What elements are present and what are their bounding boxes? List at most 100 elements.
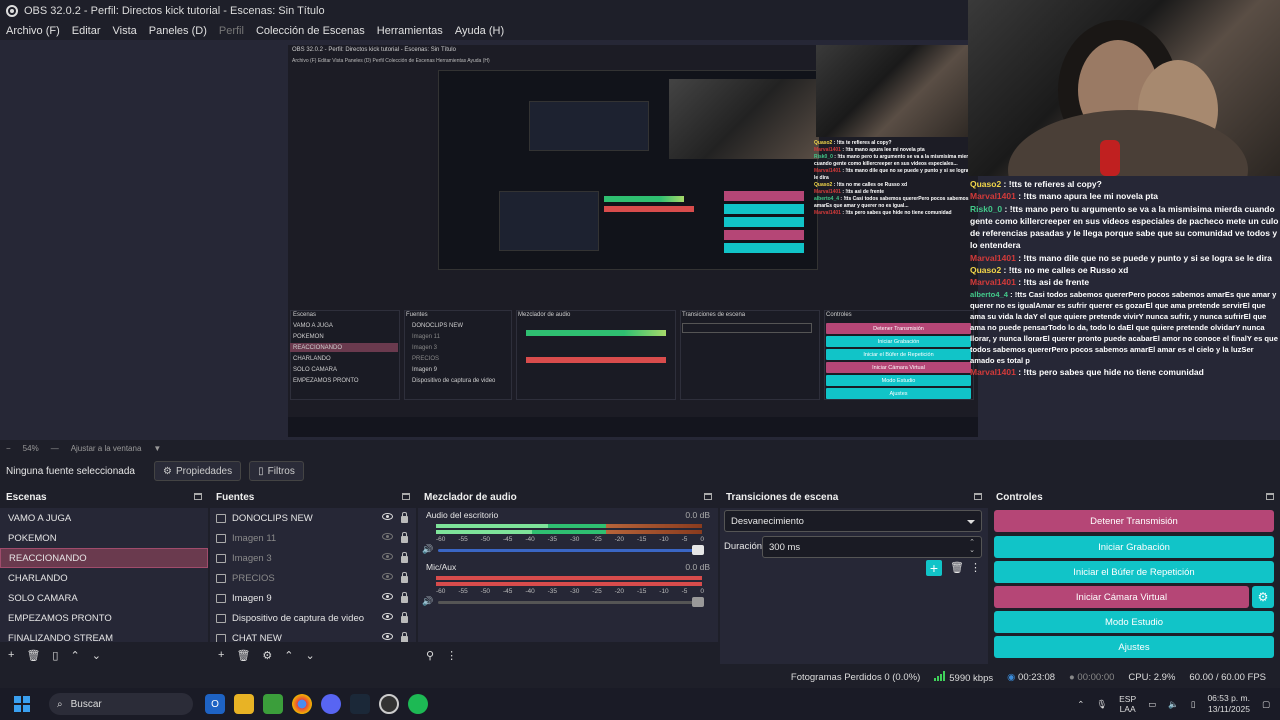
eye-icon[interactable] <box>382 633 393 640</box>
move-down-icon[interactable]: ⌄ <box>92 649 101 662</box>
source-item[interactable]: Dispositivo de captura de video <box>210 608 416 628</box>
scene-item[interactable]: VAMO A JUGA <box>0 508 208 528</box>
discord-icon[interactable] <box>321 694 341 714</box>
search-placeholder: Buscar <box>70 698 102 710</box>
filter-icon: ▯ <box>258 465 264 477</box>
clock[interactable]: 06:53 p. m. 13/11/2025 <box>1207 693 1250 715</box>
chevron-down-icon[interactable]: ▼ <box>153 444 161 453</box>
source-item[interactable]: Imagen 11 <box>210 528 416 548</box>
trash-icon[interactable]: 🗑 <box>950 561 964 574</box>
gear-icon[interactable]: ⚙ <box>262 649 272 662</box>
chrome-icon[interactable] <box>292 694 312 714</box>
menu-coleccion[interactable]: Colección de Escenas <box>256 25 365 37</box>
eye-icon[interactable] <box>382 593 393 600</box>
windows-start-icon[interactable] <box>12 694 32 714</box>
filter-icon[interactable]: ▯ <box>52 649 58 662</box>
volume-slider[interactable] <box>438 597 704 607</box>
menu-vista[interactable]: Vista <box>113 25 137 37</box>
lock-icon[interactable] <box>401 632 408 642</box>
speaker-icon[interactable]: 🔊 <box>422 596 433 606</box>
scene-item[interactable]: CHARLANDO <box>0 568 208 588</box>
minecraft-icon[interactable] <box>263 694 283 714</box>
properties-button[interactable]: ⚙ Propiedades <box>154 461 242 481</box>
move-down-icon[interactable]: ⌄ <box>306 649 315 662</box>
spotify-icon[interactable] <box>408 694 428 714</box>
source-item[interactable]: DONOCLIPS NEW <box>210 508 416 528</box>
eye-off-icon[interactable] <box>382 533 393 540</box>
add-scene-button[interactable]: + <box>8 649 14 661</box>
lock-icon[interactable] <box>401 572 408 583</box>
gear-icon[interactable]: ⚙ <box>1252 586 1274 608</box>
more-menu-icon[interactable]: ⋮ <box>446 649 457 662</box>
source-item[interactable]: Imagen 9 <box>210 588 416 608</box>
folder-icon[interactable] <box>234 694 254 714</box>
fit-window-button[interactable]: Ajustar a la ventana <box>71 444 142 453</box>
scene-item-selected[interactable]: REACCIONANDO <box>0 548 208 568</box>
move-up-icon[interactable]: ⌃ <box>284 649 293 662</box>
popout-icon[interactable] <box>1266 493 1274 500</box>
slider-knob[interactable] <box>692 597 704 607</box>
virtual-camera-button[interactable]: Iniciar Cámara Virtual <box>994 586 1249 608</box>
stop-stream-button[interactable]: Detener Transmisión <box>994 510 1274 532</box>
meter-scale: -60 -55 -50 -45 -40 -35 -30 -25 -20 -15 -10 -5 0 <box>436 588 704 595</box>
notification-icon[interactable]: ▢ <box>1262 699 1270 710</box>
menu-ayuda[interactable]: Ayuda (H) <box>455 25 504 37</box>
menu-paneles[interactable]: Paneles (D) <box>149 25 207 37</box>
slider-knob[interactable] <box>692 545 704 555</box>
add-source-button[interactable]: + <box>218 649 224 661</box>
chevron-up-icon[interactable]: ⌃ <box>1077 699 1084 710</box>
replay-buffer-button[interactable]: Iniciar el Búfer de Repetición <box>994 561 1274 583</box>
zoom-out-button[interactable]: − <box>6 444 11 453</box>
lock-icon[interactable] <box>401 512 408 523</box>
more-menu-icon[interactable]: ⋮ <box>970 561 981 574</box>
trash-icon[interactable]: 🗑 <box>236 649 250 662</box>
popout-icon[interactable] <box>402 493 410 500</box>
lock-icon[interactable] <box>401 592 408 603</box>
lock-icon[interactable] <box>401 552 408 563</box>
microphone-icon[interactable]: 🎙 <box>1096 699 1107 710</box>
add-transition-button[interactable]: + <box>926 560 942 576</box>
eye-icon[interactable] <box>382 513 393 520</box>
scene-item[interactable]: SOLO CAMARA <box>0 588 208 608</box>
obs-icon[interactable] <box>379 694 399 714</box>
spinner-icon[interactable]: ⌃ ⌄ <box>969 539 975 555</box>
scene-item[interactable]: POKEMON <box>0 528 208 548</box>
move-up-icon[interactable]: ⌃ <box>70 649 79 662</box>
zoom-in-button[interactable]: — <box>51 444 59 453</box>
volume-icon[interactable]: 🔈 <box>1168 699 1179 710</box>
steam-icon[interactable] <box>350 694 370 714</box>
menu-perfil[interactable]: Perfil <box>219 25 244 37</box>
eye-icon[interactable] <box>382 613 393 620</box>
language-indicator[interactable]: ESP LAA <box>1119 694 1136 714</box>
source-item[interactable]: CHAT NEW <box>210 628 416 642</box>
network-icon[interactable]: ▭ <box>1148 699 1156 710</box>
settings-button[interactable]: Ajustes <box>994 636 1274 658</box>
popout-icon[interactable] <box>194 493 202 500</box>
start-recording-button[interactable]: Iniciar Grabación <box>994 536 1274 558</box>
outlook-icon[interactable]: O <box>205 694 225 714</box>
lock-icon[interactable] <box>401 532 408 543</box>
duration-input[interactable]: 300 ms ⌃ ⌄ <box>762 536 982 558</box>
eye-off-icon[interactable] <box>382 553 393 560</box>
trash-icon[interactable]: 🗑 <box>26 649 40 662</box>
menu-editar[interactable]: Editar <box>72 25 101 37</box>
studio-mode-button[interactable]: Modo Estudio <box>994 611 1274 633</box>
scene-item[interactable]: EMPEZAMOS PRONTO <box>0 608 208 628</box>
source-item[interactable]: Imagen 3 <box>210 548 416 568</box>
lock-icon[interactable] <box>401 612 408 623</box>
transition-select[interactable]: Desvanecimiento <box>724 510 982 532</box>
battery-icon[interactable]: ▯ <box>1191 699 1196 710</box>
scene-item[interactable]: FINALIZANDO STREAM <box>0 628 208 643</box>
speaker-icon[interactable]: 🔊 <box>422 544 433 554</box>
taskbar-search[interactable]: ⌕ Buscar <box>49 693 193 715</box>
volume-slider[interactable] <box>438 545 704 555</box>
link-icon[interactable]: ⚲ <box>426 649 434 662</box>
source-item[interactable]: PRECIOS <box>210 568 416 588</box>
chevron-down-icon <box>967 520 975 524</box>
popout-icon[interactable] <box>974 493 982 500</box>
eye-off-icon[interactable] <box>382 573 393 580</box>
filters-button[interactable]: ▯ Filtros <box>249 461 304 481</box>
menu-archivo[interactable]: Archivo (F) <box>6 25 60 37</box>
menu-herramientas[interactable]: Herramientas <box>377 25 443 37</box>
popout-icon[interactable] <box>704 493 712 500</box>
